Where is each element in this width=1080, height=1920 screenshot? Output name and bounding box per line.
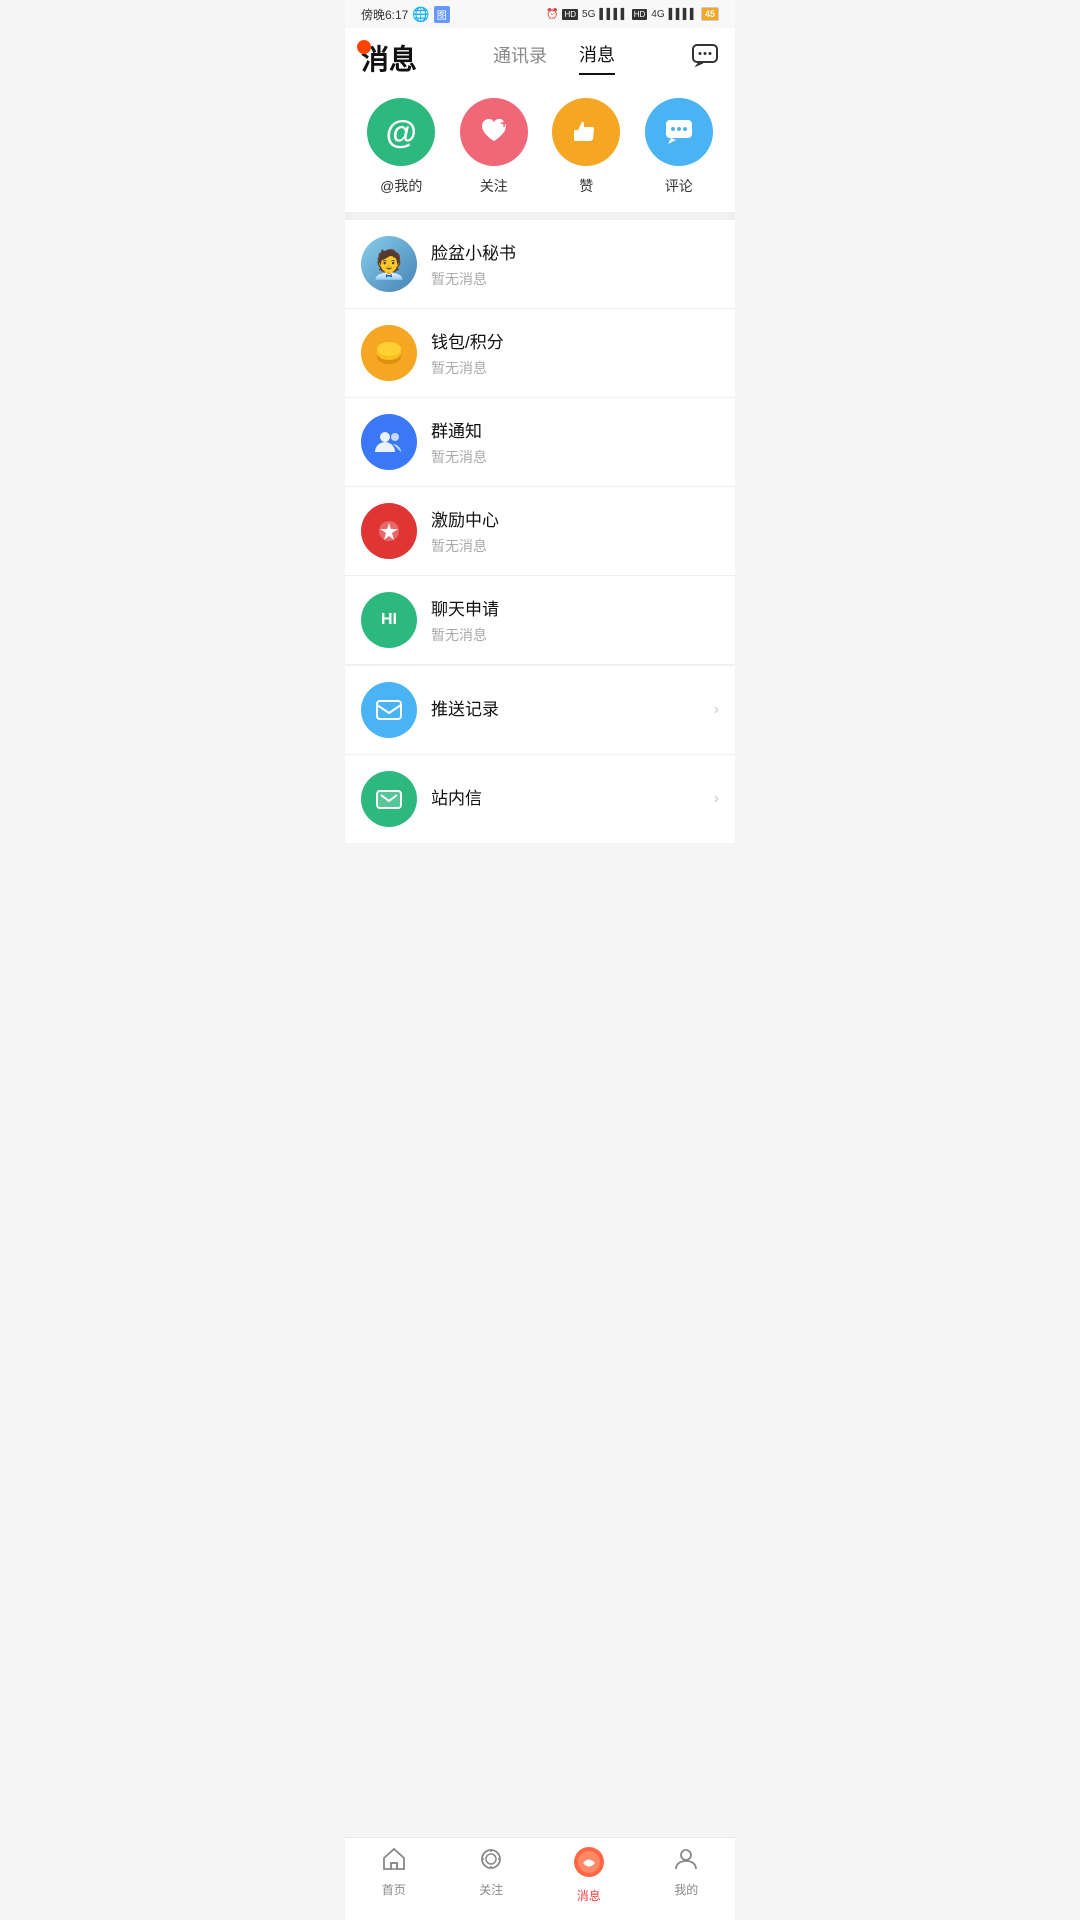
message-subtitle: 暂无消息 <box>431 269 719 289</box>
message-content: 脸盆小秘书 暂无消息 <box>431 239 719 289</box>
message-title: 推送记录 <box>431 695 714 720</box>
message-list: 🧑‍💼 脸盆小秘书 暂无消息 钱包/积分 暂无消息 <box>345 220 735 843</box>
tab-messages[interactable]: 消息 <box>579 41 615 75</box>
quick-action-comment[interactable]: 评论 <box>645 98 713 196</box>
list-item[interactable]: 推送记录 › <box>345 665 735 755</box>
message-subtitle: 暂无消息 <box>431 625 719 645</box>
chevron-right-icon: › <box>714 790 719 808</box>
message-content: 聊天申请 暂无消息 <box>431 595 719 645</box>
chevron-right-icon: › <box>714 701 719 719</box>
at-icon: @ <box>367 98 435 166</box>
message-title: 群通知 <box>431 417 719 442</box>
list-item[interactable]: 🧑‍💼 脸盆小秘书 暂无消息 <box>345 220 735 309</box>
avatar <box>361 503 417 559</box>
status-bar: 傍晚6:17 🌐 图 ⏰ HD 5G ▌▌▌▌ HD 4G ▌▌▌▌ 45 <box>345 0 735 28</box>
list-item[interactable]: HI 聊天申请 暂无消息 <box>345 576 735 665</box>
message-content: 激励中心 暂无消息 <box>431 506 719 556</box>
nav-label-mine: 我的 <box>674 1881 698 1898</box>
message-title: 脸盆小秘书 <box>431 239 719 264</box>
like-label: 赞 <box>579 176 593 196</box>
list-item[interactable]: 激励中心 暂无消息 <box>345 487 735 576</box>
tab-contacts[interactable]: 通讯录 <box>493 42 547 74</box>
quick-action-at[interactable]: @ @我的 <box>367 98 435 196</box>
avatar: HI <box>361 592 417 648</box>
message-subtitle: 暂无消息 <box>431 447 719 467</box>
nav-item-home[interactable]: 首页 <box>359 1846 429 1904</box>
notification-dot <box>357 40 371 54</box>
avatar <box>361 771 417 827</box>
header-tabs: 通讯录 消息 <box>493 41 615 75</box>
message-content: 群通知 暂无消息 <box>431 417 719 467</box>
avatar <box>361 414 417 470</box>
page-title: 消息 <box>361 38 417 78</box>
message-subtitle: 暂无消息 <box>431 536 719 556</box>
avatar <box>361 325 417 381</box>
quick-action-like[interactable]: 赞 <box>552 98 620 196</box>
message-content: 钱包/积分 暂无消息 <box>431 328 719 378</box>
list-item[interactable]: 站内信 › <box>345 755 735 843</box>
message-nav-icon <box>573 1846 605 1883</box>
at-label: @我的 <box>380 176 422 196</box>
mine-icon <box>673 1846 699 1877</box>
message-title: 聊天申请 <box>431 595 719 620</box>
follow-icon: + <box>460 98 528 166</box>
comment-label: 评论 <box>665 176 693 196</box>
message-content: 推送记录 <box>431 695 714 725</box>
status-icons: ⏰ HD 5G ▌▌▌▌ HD 4G ▌▌▌▌ 45 <box>546 7 719 21</box>
avatar <box>361 682 417 738</box>
quick-actions: @ @我的 + 关注 赞 <box>345 78 735 212</box>
bottom-nav: 首页 关注 消息 <box>345 1837 735 1920</box>
status-time: 傍晚6:17 🌐 图 <box>361 6 450 23</box>
svg-text:+: + <box>500 115 508 131</box>
message-title: 激励中心 <box>431 506 719 531</box>
quick-action-follow[interactable]: + 关注 <box>460 98 528 196</box>
follow-label: 关注 <box>480 176 508 196</box>
header: 消息 通讯录 消息 <box>345 28 735 78</box>
list-item[interactable]: 群通知 暂无消息 <box>345 398 735 487</box>
avatar: 🧑‍💼 <box>361 236 417 292</box>
nav-label-home: 首页 <box>382 1881 406 1898</box>
follow-nav-icon <box>478 1846 504 1877</box>
home-icon <box>381 1846 407 1877</box>
chat-icon-button[interactable] <box>691 41 719 76</box>
nav-label-follow: 关注 <box>479 1881 503 1898</box>
like-icon <box>552 98 620 166</box>
nav-item-follow[interactable]: 关注 <box>456 1846 526 1904</box>
list-item[interactable]: 钱包/积分 暂无消息 <box>345 309 735 398</box>
nav-item-message[interactable]: 消息 <box>554 1846 624 1904</box>
section-divider <box>345 212 735 220</box>
nav-item-mine[interactable]: 我的 <box>651 1846 721 1904</box>
message-title: 钱包/积分 <box>431 328 719 353</box>
comment-icon <box>645 98 713 166</box>
message-title: 站内信 <box>431 784 714 809</box>
message-content: 站内信 <box>431 784 714 814</box>
nav-label-message: 消息 <box>577 1887 601 1904</box>
message-subtitle: 暂无消息 <box>431 358 719 378</box>
